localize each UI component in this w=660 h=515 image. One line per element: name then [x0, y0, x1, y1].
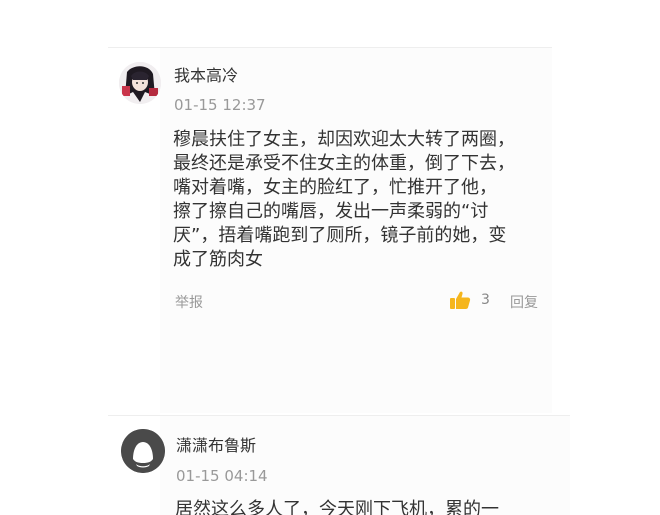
comment-time: 01-15 12:37 [174, 96, 266, 114]
comment-body-line: 厌”，捂着嘴跑到了厕所，镜子前的她，变 [173, 225, 507, 246]
comment-body-line: 嘴对着嘴，女主的脸红了，忙推开了他， [173, 177, 497, 198]
comment-feed: 我本高冷 01-15 12:37 穆晨扶住了女主，却因欢迎太大转了两圈， 最终还… [0, 0, 660, 515]
comment-username[interactable]: 潇潇布鲁斯 [176, 432, 256, 456]
comment-body-line: 擦了擦自己的嘴唇，发出一声柔弱的“讨 [173, 201, 489, 222]
comment-username[interactable]: 我本高冷 [174, 62, 238, 86]
anime-avatar-icon [119, 62, 161, 104]
report-button[interactable]: 举报 [175, 292, 203, 312]
like-button[interactable] [449, 290, 471, 310]
comment-body-line: 居然这么多人了，今天刚下飞机，累的一 [175, 499, 499, 515]
comment-time: 01-15 04:14 [176, 467, 268, 485]
like-count: 3 [481, 292, 490, 308]
user-avatar[interactable] [119, 62, 161, 104]
comment-body-line: 穆晨扶住了女主，却因欢迎太大转了两圈， [173, 129, 515, 150]
thumbs-up-icon [450, 291, 471, 309]
comment-body: 居然这么多人了，今天刚下飞机，累的一 [175, 498, 499, 515]
reply-button[interactable]: 回复 [510, 292, 538, 312]
comment-body-line: 最终还是承受不住女主的体重，倒了下去， [173, 153, 515, 174]
user-avatar[interactable] [121, 429, 165, 473]
comment-body: 穆晨扶住了女主，却因欢迎太大转了两圈， 最终还是承受不住女主的体重，倒了下去， … [173, 128, 515, 272]
comment-body-line: 成了筋肉女 [173, 249, 263, 270]
default-avatar-icon [121, 429, 165, 473]
